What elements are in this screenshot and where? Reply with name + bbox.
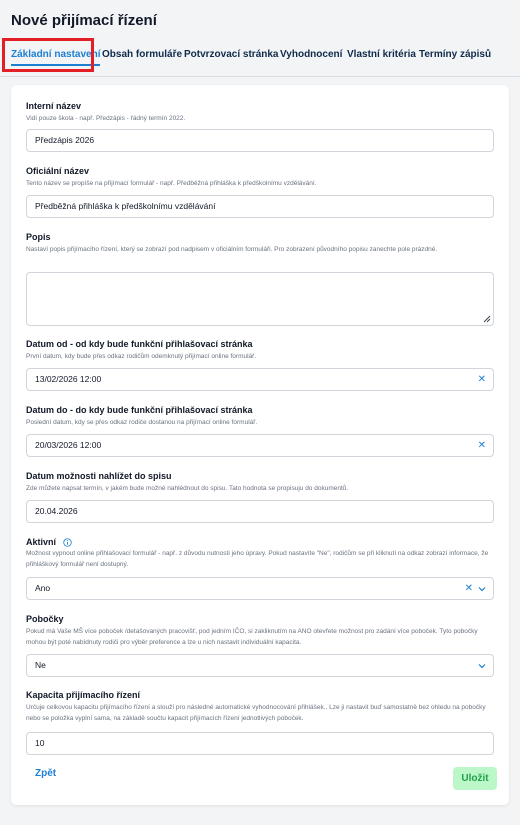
description-label: Popis [26, 232, 51, 242]
date-to-input[interactable]: 20/03/2026 12:00 ✕ [26, 434, 494, 457]
file-date-label: Datum možnosti nahlížet do spisu [26, 471, 172, 481]
date-to-help: Poslední datum, kdy se přes odkaz rodiče… [26, 419, 258, 426]
tab-evaluation[interactable]: Vyhodnocení [280, 40, 342, 70]
capacity-input[interactable]: 10 [26, 732, 494, 755]
date-to-label: Datum do - do kdy bude funkční přihlašov… [26, 405, 253, 415]
official-name-help: Tento název se propíše na přijímací form… [26, 180, 317, 187]
back-button[interactable]: Zpět [35, 768, 56, 779]
chevron-down-icon[interactable] [477, 661, 487, 671]
date-from-input[interactable]: 13/02/2026 12:00 ✕ [26, 368, 494, 391]
file-date-input[interactable]: 20.04.2026 [26, 500, 494, 523]
description-help: Nastaví popis přijímacího řízení, který … [26, 246, 438, 253]
capacity-label: Kapacita přijímacího řízení [26, 690, 141, 700]
resize-grip-icon[interactable] [483, 315, 491, 323]
date-from-help: První datum, kdy bude přes odkaz rodičům… [26, 353, 257, 360]
close-icon[interactable]: ✕ [465, 578, 473, 599]
official-name-value: Předběžná přihláška k předškolnímu vzděl… [35, 201, 216, 211]
file-date-help: Zde můžete napsat termín, v jakém bude m… [26, 485, 349, 492]
internal-name-help: Vidí pouze škola - např. Předzápis - řád… [26, 115, 186, 122]
active-tab-highlight [2, 38, 94, 72]
branches-help: Pokud má Vaše MŠ více poboček /detašovan… [26, 628, 478, 646]
internal-name-value: Předzápis 2026 [35, 135, 95, 145]
official-name-label: Oficiální název [26, 166, 90, 176]
internal-name-input[interactable]: Předzápis 2026 [26, 129, 494, 152]
tab-confirmation-page[interactable]: Potvrzovací stránka [184, 40, 279, 70]
capacity-value: 10 [35, 738, 45, 748]
tab-custom-criteria[interactable]: Vlastní kritéria [347, 40, 416, 70]
chevron-down-icon[interactable] [477, 584, 487, 594]
date-to-value: 20/03/2026 12:00 [35, 440, 102, 450]
capacity-help: Určuje celkovou kapacitu přijímacího říz… [26, 704, 486, 722]
form-card: Interní název Vidí pouze škola - např. P… [11, 85, 509, 805]
page-title: Nové přijímací řízení [11, 12, 157, 29]
branches-select[interactable]: Ne [26, 654, 494, 677]
tab-enrollment-dates[interactable]: Termíny zápisů [419, 40, 491, 70]
branches-label: Pobočky [26, 614, 64, 624]
internal-name-label: Interní název [26, 101, 82, 111]
info-icon[interactable] [63, 538, 72, 547]
active-help: Možnost vypnout online přihlašovací form… [26, 550, 489, 568]
save-button[interactable]: Uložit [453, 767, 497, 790]
official-name-input[interactable]: Předběžná přihláška k předškolnímu vzděl… [26, 195, 494, 218]
branches-select-value: Ne [35, 660, 46, 670]
file-date-value: 20.04.2026 [35, 506, 78, 516]
active-label: Aktivní [26, 537, 57, 547]
close-icon[interactable]: ✕ [478, 369, 486, 390]
date-from-value: 13/02/2026 12:00 [35, 374, 102, 384]
active-select[interactable]: Ano ✕ [26, 577, 494, 600]
close-icon[interactable]: ✕ [478, 435, 486, 456]
description-textarea[interactable] [26, 272, 494, 326]
active-select-value: Ano [35, 583, 51, 593]
date-from-label: Datum od - od kdy bude funkční přihlašov… [26, 339, 253, 349]
tab-form-content[interactable]: Obsah formuláře [102, 40, 182, 70]
